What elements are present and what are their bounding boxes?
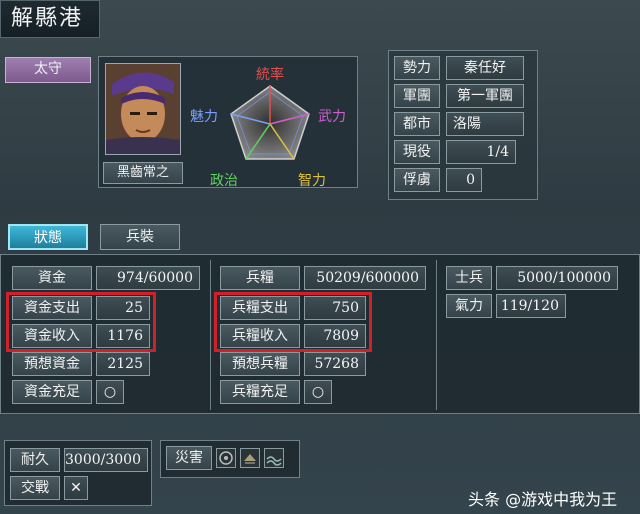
info-value-corps: 第一軍團 (446, 84, 524, 108)
radar-label-leadership: 統率 (256, 67, 284, 83)
funds-value: 974/60000 (96, 266, 200, 290)
info-value-faction: 秦任好 (446, 56, 524, 80)
combat-label: 交戰 (10, 476, 60, 500)
locust-icon[interactable] (240, 448, 260, 468)
info-label-corps: 軍團 (394, 84, 440, 108)
portrait-image (106, 64, 180, 154)
funds-forecast-label: 預想資金 (12, 352, 92, 376)
plague-icon[interactable] (216, 448, 236, 468)
info-value-active: 1/4 (446, 140, 516, 164)
funds-highlight-box (6, 292, 156, 352)
disaster-label: 災害 (166, 446, 212, 470)
combat-value: ✕ (64, 476, 88, 500)
governor-portrait[interactable] (105, 63, 181, 155)
food-value: 50209/600000 (304, 266, 426, 290)
info-label-active: 現役 (394, 140, 440, 164)
info-value-prisoners: 0 (446, 168, 482, 192)
radar-label-politics: 政治 (210, 173, 238, 189)
funds-sufficient-label: 資金充足 (12, 380, 92, 404)
morale-value: 119/120 (496, 294, 566, 318)
food-forecast-label: 預想兵糧 (220, 352, 300, 376)
info-label-city: 都市 (394, 112, 440, 136)
funds-label: 資金 (12, 266, 92, 290)
flood-icon[interactable] (264, 448, 284, 468)
radar-label-charm: 魅力 (190, 109, 218, 125)
tab-equipment[interactable]: 兵裝 (100, 224, 180, 250)
city-name-title: 解縣港 (0, 0, 100, 38)
governor-title-badge: 太守 (5, 57, 91, 83)
divider (210, 260, 211, 410)
governor-name: 黑齒常之 (103, 162, 183, 184)
durability-label: 耐久 (10, 448, 60, 472)
info-value-city: 洛陽 (446, 112, 524, 136)
radar-label-intelligence: 智力 (298, 173, 326, 189)
info-label-faction: 勢力 (394, 56, 440, 80)
radar-label-strength: 武力 (318, 109, 346, 125)
soldiers-value: 5000/100000 (496, 266, 618, 290)
funds-forecast-value: 2125 (96, 352, 150, 376)
food-label: 兵糧 (220, 266, 300, 290)
watermark-text: 头条 @游戏中我为王 (468, 490, 618, 509)
soldiers-label: 士兵 (446, 266, 492, 290)
food-forecast-value: 57268 (304, 352, 366, 376)
food-sufficient-value: ○ (304, 380, 332, 404)
divider (436, 260, 437, 410)
funds-sufficient-value: ○ (96, 380, 124, 404)
info-label-prisoners: 俘虜 (394, 168, 440, 192)
food-highlight-box (214, 292, 372, 352)
tab-status[interactable]: 狀態 (8, 224, 88, 250)
morale-label: 氣力 (446, 294, 492, 318)
durability-value: 3000/3000 (64, 448, 148, 472)
food-sufficient-label: 兵糧充足 (220, 380, 300, 404)
